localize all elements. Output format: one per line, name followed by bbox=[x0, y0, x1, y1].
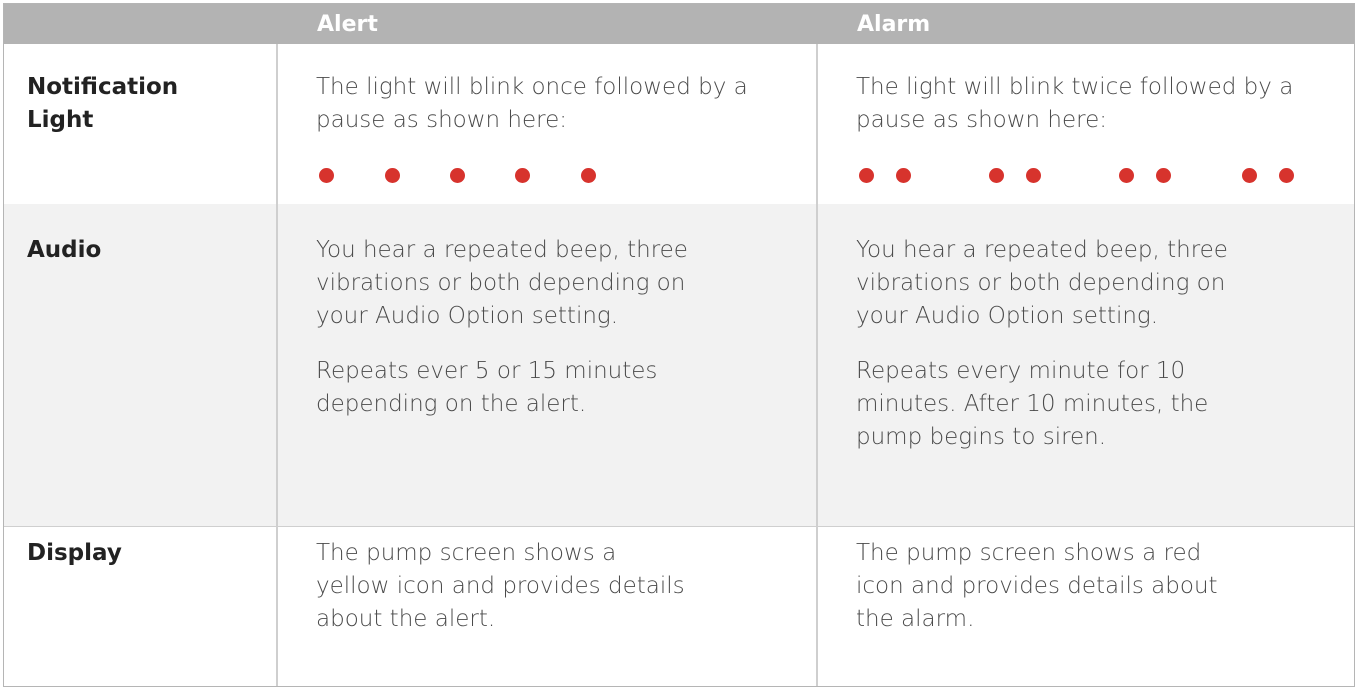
display-alarm-text: The pump screen shows a red icon and pro… bbox=[856, 540, 1218, 632]
blink-dot bbox=[385, 168, 400, 183]
audio-alert-paragraph-2: Repeats ever 5 or 15 minutes depending o… bbox=[316, 358, 658, 417]
table-row-notification-light: Notification Light The light will blink … bbox=[4, 44, 1354, 204]
blink-dot bbox=[989, 168, 1004, 183]
column-divider bbox=[816, 44, 818, 686]
table-header: Alert Alarm bbox=[4, 4, 1354, 44]
blink-dot bbox=[1279, 168, 1294, 183]
blink-dot bbox=[581, 168, 596, 183]
display-alert-text: The pump screen shows a yellow icon and … bbox=[316, 540, 685, 632]
column-divider bbox=[276, 44, 278, 686]
row-label-notification-light: Notification Light bbox=[27, 74, 179, 133]
blink-dot bbox=[1156, 168, 1171, 183]
audio-alarm-paragraph-2: Repeats every minute for 10 minutes. Aft… bbox=[856, 358, 1209, 450]
blink-dot bbox=[450, 168, 465, 183]
table-row-display: Display The pump screen shows a yellow i… bbox=[4, 526, 1354, 686]
blink-dot bbox=[896, 168, 911, 183]
audio-alarm-cell: You hear a repeated beep, three vibratio… bbox=[856, 234, 1236, 454]
blink-dot bbox=[1119, 168, 1134, 183]
header-alarm: Alarm bbox=[857, 12, 931, 37]
row-label-audio: Audio bbox=[27, 237, 102, 263]
notification-alarm-text: The light will blink twice followed by a… bbox=[856, 74, 1294, 133]
notification-alert-text: The light will blink once followed by a … bbox=[316, 74, 748, 133]
header-alert: Alert bbox=[317, 12, 378, 37]
blink-dot bbox=[859, 168, 874, 183]
blink-dot bbox=[1026, 168, 1041, 183]
audio-alarm-paragraph-1: You hear a repeated beep, three vibratio… bbox=[856, 237, 1228, 329]
blink-dot bbox=[1242, 168, 1257, 183]
row-label-display: Display bbox=[27, 540, 122, 566]
alert-alarm-table: Alert Alarm Notification Light The light… bbox=[3, 3, 1355, 687]
audio-alert-cell: You hear a repeated beep, three vibratio… bbox=[316, 234, 696, 421]
audio-alert-paragraph-1: You hear a repeated beep, three vibratio… bbox=[316, 237, 688, 329]
blink-dot bbox=[319, 168, 334, 183]
blink-dot bbox=[515, 168, 530, 183]
table-row-audio: Audio You hear a repeated beep, three vi… bbox=[4, 204, 1354, 526]
